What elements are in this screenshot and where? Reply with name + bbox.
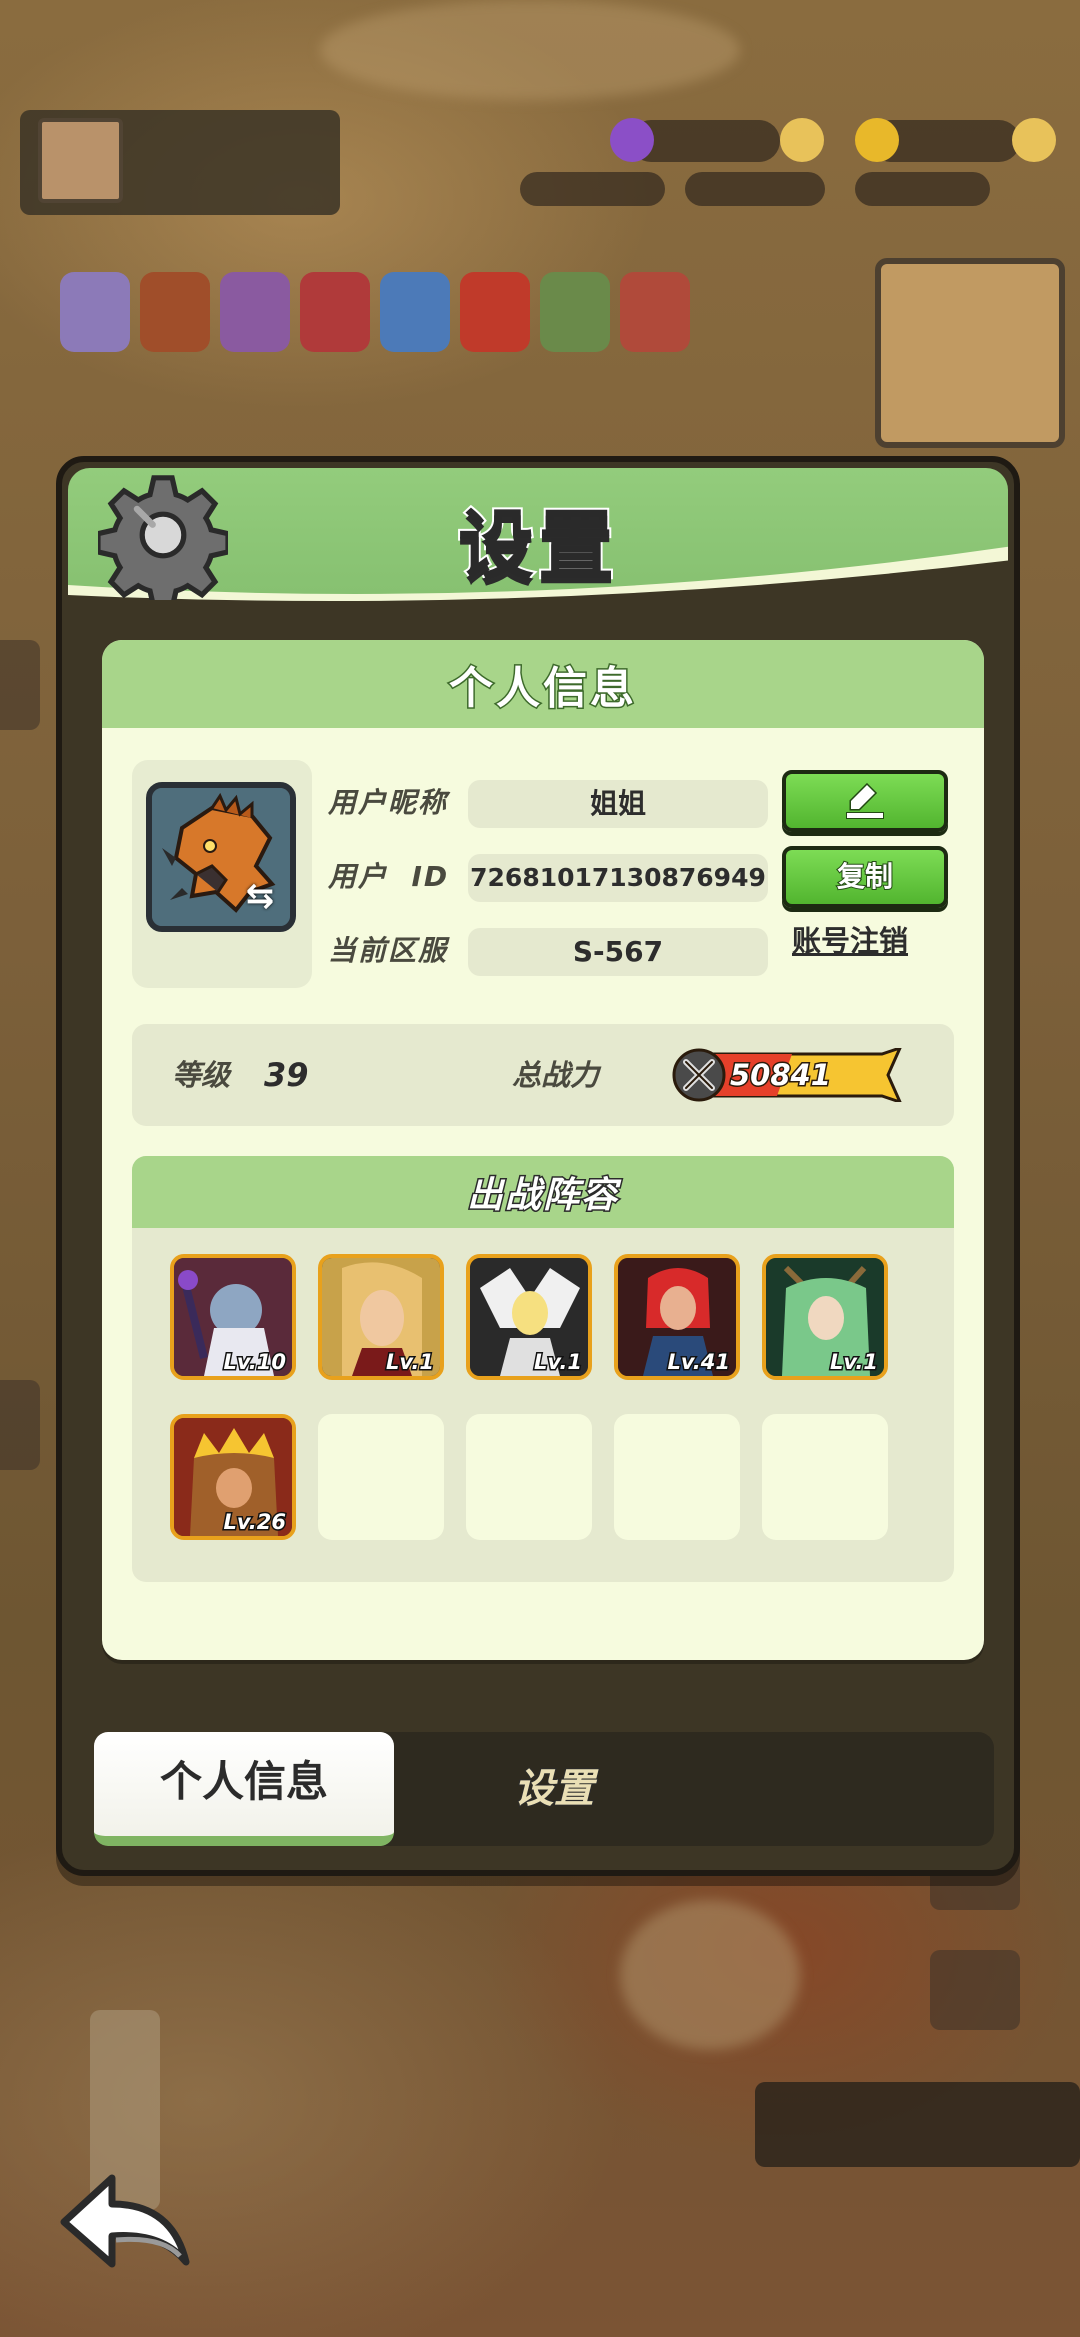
bg-gem-icon	[610, 118, 654, 162]
level-label: 等级	[172, 1058, 231, 1092]
empty-hero-slot[interactable]	[466, 1414, 592, 1540]
bg-menu-icon	[60, 272, 130, 352]
nickname-value: 姐姐	[468, 780, 768, 828]
bg-menu-icon	[140, 272, 210, 352]
bg-menu-icon	[460, 272, 530, 352]
lineup-title: 出战阵容	[465, 1174, 619, 1218]
power-label: 总战力	[512, 1058, 600, 1092]
empty-hero-slot[interactable]	[318, 1414, 444, 1540]
bg-sand	[320, 0, 740, 100]
hero-level: Lv.26	[222, 1509, 288, 1536]
nickname-label: 用户昵称	[328, 786, 449, 819]
gear-icon	[98, 475, 228, 600]
bg-minimap	[875, 258, 1065, 448]
panel-header: 个人信息	[102, 640, 984, 728]
server-label: 当前区服	[328, 934, 449, 967]
back-arrow-icon[interactable]	[54, 2170, 194, 2280]
hero-level: Lv.41	[666, 1349, 732, 1376]
personal-info-panel: 个人信息 ⇆ 用户昵称 姐姐 用户 ID 72681017130876949 复…	[102, 640, 984, 1660]
settings-dialog: 设置 个人信息 ⇆ 用户昵称 姐姐 用户 ID 7268101713087694…	[56, 456, 1020, 1876]
panel-title: 个人信息	[448, 662, 637, 716]
bg-side-button	[930, 1950, 1020, 2030]
level-value: 39	[264, 1056, 309, 1094]
hero-slot[interactable]: Lv.1	[466, 1254, 592, 1380]
hero-slot[interactable]: Lv.1	[318, 1254, 444, 1380]
power-badge: 50841	[672, 1048, 904, 1102]
empty-hero-slot[interactable]	[614, 1414, 740, 1540]
stats-bar: 等级 39 总战力 50841	[132, 1024, 954, 1126]
swap-avatar-icon[interactable]: ⇆	[240, 876, 280, 916]
hero-slot[interactable]: Lv.41	[614, 1254, 740, 1380]
tab-personal-info[interactable]: 个人信息	[94, 1732, 394, 1846]
avatar[interactable]: ⇆	[146, 782, 296, 932]
bg-resource	[685, 172, 825, 206]
profile-card: ⇆	[132, 760, 312, 988]
hero-slot[interactable]: Lv.26	[170, 1414, 296, 1540]
dialog-tabs: 个人信息 设置	[94, 1732, 994, 1846]
tab-settings[interactable]: 设置	[394, 1732, 714, 1846]
bg-quest-tracker	[755, 2082, 1080, 2167]
hero-level: Lv.10	[222, 1349, 288, 1376]
bg-menu-icon	[540, 272, 610, 352]
bg-plus-icon	[1012, 118, 1056, 162]
hero-level: Lv.1	[385, 1349, 436, 1376]
pencil-icon	[846, 782, 884, 819]
bg-resource	[855, 172, 990, 206]
hero-slot[interactable]: Lv.1	[762, 1254, 888, 1380]
bg-menu-icon	[620, 272, 690, 352]
bg-rock	[620, 1900, 800, 2050]
user-id-label: 用户 ID	[328, 860, 450, 893]
power-value: 50841	[729, 1057, 833, 1094]
bg-menu-icon	[300, 272, 370, 352]
copy-id-button[interactable]: 复制	[782, 846, 948, 908]
empty-hero-slot[interactable]	[762, 1414, 888, 1540]
battle-lineup: 出战阵容 Lv.10 Lv.1 Lv.1 Lv.41 Lv.1 Lv.26	[132, 1156, 954, 1582]
hero-level: Lv.1	[829, 1349, 880, 1376]
hero-slot[interactable]: Lv.10	[170, 1254, 296, 1380]
bg-resource	[520, 172, 665, 206]
lineup-header: 出战阵容	[132, 1156, 954, 1228]
edit-nickname-button[interactable]	[782, 770, 948, 832]
server-value: S-567	[468, 928, 768, 976]
bg-side-button	[0, 640, 40, 730]
bg-player-avatar	[38, 118, 123, 203]
account-cancel-link[interactable]: 账号注销	[792, 918, 908, 960]
bg-side-button	[0, 1380, 40, 1470]
hero-level: Lv.1	[533, 1349, 584, 1376]
bg-gold-icon	[855, 118, 899, 162]
user-id-value: 72681017130876949	[468, 854, 768, 902]
bg-menu-icon	[380, 272, 450, 352]
bg-menu-icon	[220, 272, 290, 352]
bg-plus-icon	[780, 118, 824, 162]
